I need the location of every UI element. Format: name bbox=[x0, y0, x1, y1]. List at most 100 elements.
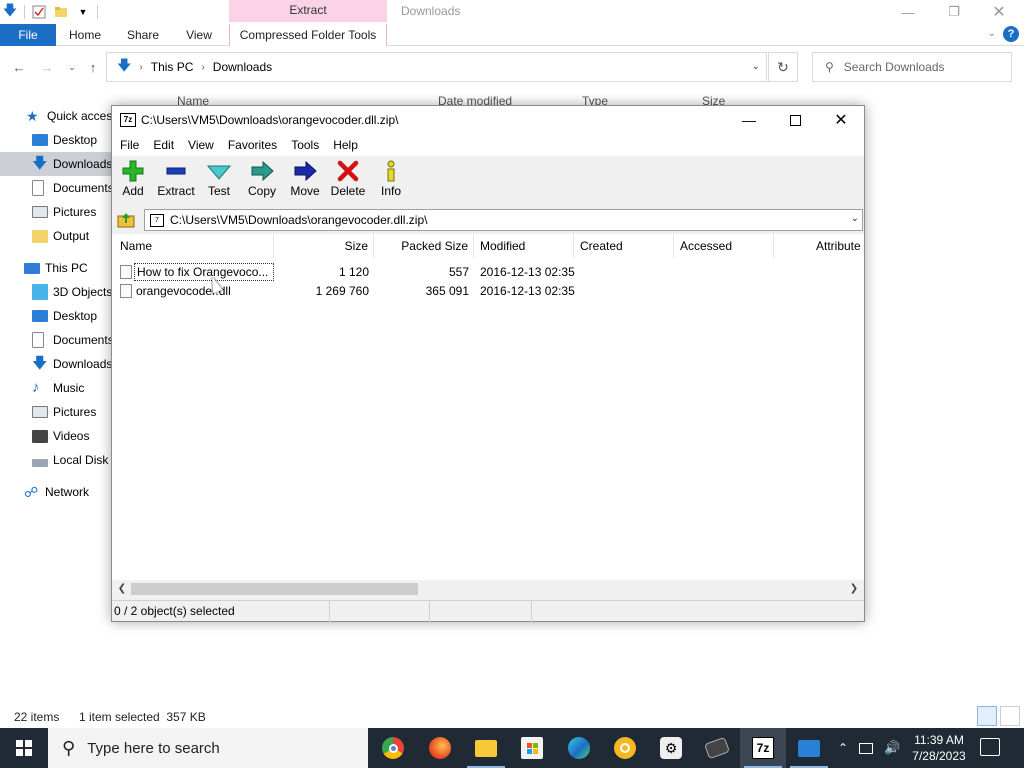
network-icon: ☍ bbox=[24, 484, 39, 500]
tab-compressed-folder-tools[interactable]: Compressed Folder Tools bbox=[229, 24, 387, 46]
menu-help[interactable]: Help bbox=[333, 138, 358, 152]
col-size[interactable]: Size bbox=[274, 234, 374, 258]
taskbar-app-yellow[interactable] bbox=[602, 728, 648, 768]
taskbar-chrome[interactable] bbox=[370, 728, 416, 768]
taskbar-file-explorer[interactable] bbox=[463, 728, 509, 768]
taskbar-7zip[interactable]: 7z bbox=[740, 728, 786, 768]
refresh-button[interactable]: ↻ bbox=[768, 52, 798, 82]
menu-favorites[interactable]: Favorites bbox=[228, 138, 277, 152]
7zip-path-input[interactable]: 7 C:\Users\VM5\Downloads\orangevocoder.d… bbox=[144, 209, 863, 231]
firefox-icon bbox=[429, 737, 451, 759]
notification-center-icon[interactable] bbox=[980, 738, 1000, 756]
taskbar-search-input[interactable]: ⚲ Type here to search bbox=[48, 728, 368, 768]
col-created[interactable]: Created bbox=[574, 234, 674, 258]
menu-edit[interactable]: Edit bbox=[153, 138, 174, 152]
extract-button[interactable]: Extract bbox=[155, 160, 197, 204]
7zip-taskbar-icon: 7z bbox=[752, 737, 774, 759]
nav-documents[interactable]: Documents bbox=[0, 176, 112, 200]
minimize-button[interactable]: — bbox=[885, 0, 931, 24]
menu-tools[interactable]: Tools bbox=[291, 138, 319, 152]
7zip-maximize-button[interactable] bbox=[772, 106, 818, 134]
nav-music[interactable]: ♪ Music bbox=[0, 376, 112, 400]
info-button[interactable]: Info bbox=[370, 160, 412, 204]
tab-file[interactable]: File bbox=[0, 24, 56, 46]
taskbar-edge[interactable] bbox=[556, 728, 602, 768]
col-packed-size[interactable]: Packed Size bbox=[374, 234, 474, 258]
nav-local-disk[interactable]: Local Disk ( bbox=[0, 448, 112, 472]
scroll-right-icon[interactable]: ❯ bbox=[847, 582, 861, 596]
nav-downloads[interactable]: 🡇 Downloads bbox=[0, 152, 112, 176]
menu-view[interactable]: View bbox=[188, 138, 214, 152]
dll-file-icon bbox=[120, 284, 132, 298]
properties-icon[interactable] bbox=[31, 4, 47, 20]
details-view-button[interactable] bbox=[977, 706, 997, 726]
tab-home[interactable]: Home bbox=[60, 24, 110, 46]
col-modified[interactable]: Modified bbox=[474, 234, 574, 258]
nav-output[interactable]: Output bbox=[0, 224, 112, 248]
col-accessed[interactable]: Accessed bbox=[674, 234, 774, 258]
large-icons-view-button[interactable] bbox=[1000, 706, 1020, 726]
col-name[interactable]: Name bbox=[112, 234, 274, 258]
search-input[interactable]: ⚲ Search Downloads bbox=[812, 52, 1012, 82]
close-icon: ✕ bbox=[992, 4, 1006, 21]
address-dropdown-icon[interactable]: ⌄ bbox=[752, 61, 760, 72]
close-button[interactable]: ✕ bbox=[976, 0, 1022, 24]
context-tab-header: Extract bbox=[229, 0, 387, 22]
7zip-minimize-button[interactable]: — bbox=[726, 106, 772, 134]
up-button[interactable]: ↑ bbox=[84, 58, 102, 76]
nav-this-pc[interactable]: This PC bbox=[0, 256, 112, 280]
back-button[interactable]: ← bbox=[10, 58, 28, 76]
ribbon-expand-icon[interactable]: ⌄ bbox=[988, 28, 996, 39]
restore-button[interactable]: ❐ bbox=[931, 0, 977, 24]
taskbar-app-game[interactable]: ⚙ bbox=[648, 728, 694, 768]
tab-view[interactable]: View bbox=[176, 24, 222, 46]
scroll-left-icon[interactable]: ❮ bbox=[115, 582, 129, 596]
nav-pc-downloads[interactable]: 🡇 Downloads bbox=[0, 352, 112, 376]
7zip-close-button[interactable]: ✕ bbox=[818, 106, 864, 134]
nav-quick-access[interactable]: ★ Quick access bbox=[0, 104, 112, 128]
taskbar-app-blue[interactable] bbox=[786, 728, 832, 768]
add-button[interactable]: Add bbox=[112, 160, 154, 204]
forward-button[interactable]: → bbox=[38, 58, 56, 76]
start-button[interactable] bbox=[0, 728, 48, 768]
nav-videos[interactable]: Videos bbox=[0, 424, 112, 448]
search-placeholder: Search Downloads bbox=[843, 60, 945, 74]
col-attributes[interactable]: Attribute bbox=[774, 234, 864, 258]
recent-locations-button[interactable]: ⌄ bbox=[63, 58, 81, 76]
new-folder-icon[interactable] bbox=[53, 4, 69, 20]
nav-desktop[interactable]: Desktop bbox=[0, 128, 112, 152]
breadcrumb-this-pc[interactable]: This PC bbox=[151, 60, 194, 74]
parent-folder-button[interactable] bbox=[116, 210, 136, 230]
nav-pc-desktop[interactable]: Desktop bbox=[0, 304, 112, 328]
volume-icon[interactable]: 🔊 bbox=[884, 740, 900, 756]
chevron-up-icon[interactable]: ⌃ bbox=[838, 741, 848, 755]
path-dropdown-icon[interactable]: ⌄ bbox=[851, 213, 859, 224]
test-button[interactable]: Test bbox=[198, 160, 240, 204]
taskbar-firefox[interactable] bbox=[417, 728, 463, 768]
nav-pc-pictures[interactable]: Pictures bbox=[0, 400, 112, 424]
help-icon[interactable]: ? bbox=[1003, 26, 1019, 42]
menu-file[interactable]: File bbox=[120, 138, 139, 152]
horizontal-scrollbar[interactable]: ❮ ❯ bbox=[112, 580, 864, 598]
taskbar-video-editor[interactable] bbox=[694, 728, 740, 768]
pictures-icon bbox=[32, 406, 48, 418]
nav-network[interactable]: ☍ Network bbox=[0, 480, 112, 504]
scrollbar-thumb[interactable] bbox=[131, 583, 418, 595]
network-status-icon[interactable] bbox=[859, 742, 874, 754]
move-button[interactable]: Move bbox=[284, 160, 326, 204]
delete-button[interactable]: Delete bbox=[327, 160, 369, 204]
customize-qat-icon[interactable]: ▼ bbox=[75, 4, 91, 20]
quick-access-toolbar: 🡇 ▼ bbox=[0, 2, 98, 22]
taskbar-clock[interactable]: 11:39 AM 7/28/2023 bbox=[906, 732, 972, 764]
breadcrumb-downloads[interactable]: Downloads bbox=[213, 60, 272, 74]
nav-3d-objects[interactable]: 3D Objects bbox=[0, 280, 112, 304]
nav-pictures[interactable]: Pictures bbox=[0, 200, 112, 224]
copy-button[interactable]: Copy bbox=[241, 160, 283, 204]
pictures-icon bbox=[32, 206, 48, 218]
taskbar-store[interactable] bbox=[509, 728, 555, 768]
explorer-address-bar[interactable]: 🡇 › This PC › Downloads ⌄ bbox=[106, 52, 767, 82]
tab-share[interactable]: Share bbox=[118, 24, 168, 46]
downloads-arrow-icon[interactable]: 🡇 bbox=[2, 2, 18, 20]
download-icon: 🡇 bbox=[32, 355, 48, 372]
nav-pc-documents[interactable]: Documents bbox=[0, 328, 112, 352]
